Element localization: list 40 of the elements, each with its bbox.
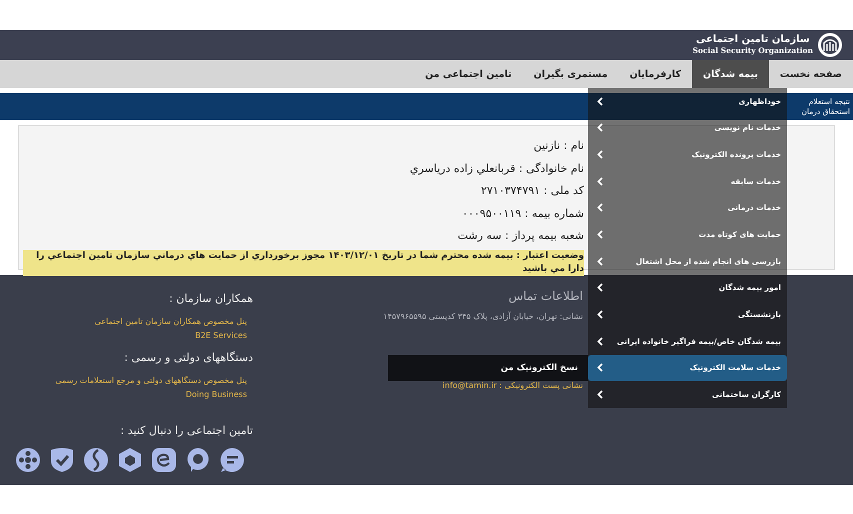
social-icon[interactable] [185,447,211,473]
chevron-icon [597,363,603,372]
detail-text: شماره بیمه : ۰۰۰۹۵۰۰۱۱۹ [462,206,584,222]
detail-text: نام : نازنين [534,138,584,154]
chevron-icon [597,230,603,240]
footer-link[interactable]: پنل مخصوص همکاران سازمان تامین اجتماعی [0,315,247,329]
social-icon[interactable] [117,447,143,473]
chevron-icon [597,336,603,346]
detail-text: شعبه بیمه پرداز : سه رشت [458,228,584,244]
follow-heading: تامین اجتماعی را دنبال کنید : [120,424,253,437]
chevron-icon [597,310,603,320]
logo-title: سازمان تامین اجتماعی [696,34,810,46]
footer-link[interactable]: Doing Business [0,388,247,402]
submenu-item[interactable]: نسخ الکترونیک من [500,362,578,373]
detail-text: نام خانوادگی : قربانعلي زاده درياسري [410,160,584,177]
status-message: وضعيت اعتبار : بيمه شده محترم شما در تاريخ ۱۴۰۳/۱۲/۰۱ مجوز برخورداري از حمايت هاي درماني سازمان تامين اجتماعي را دارا مي باشيد [23,250,584,276]
social-icon[interactable] [49,447,75,473]
chevron-icon [597,176,603,186]
chevron-icon [597,390,603,400]
social-icon[interactable] [219,447,245,473]
social-icon[interactable] [15,447,41,473]
address-text: نشانی: تهران، خیابان آزادی، پلاک ۳۴۵ کدپستی ۱۴۵۷۹۶۵۵۹۵ [383,311,583,323]
detail-text: کد ملی : ۲۷۱۰۳۷۴۷۹۱ [480,183,584,199]
chevron-icon [597,283,603,292]
section-heading: همکاران سازمان : [168,292,253,305]
footer-link[interactable]: B2E Services [0,329,247,343]
nav-tab[interactable]: مستمری بگیران [522,60,619,88]
chevron-icon [597,256,603,266]
chevron-icon [597,96,603,106]
social-icon[interactable] [151,447,177,473]
nav-tab[interactable]: کارفرمایان [618,60,692,88]
social-icon[interactable] [83,447,109,473]
nav-tab[interactable]: صفحه نخست [768,60,853,88]
nav-tab[interactable]: تامین اجتماعی من [414,60,523,88]
footer-link[interactable]: پنل مخصوص دستگاههای دولتی و مرجع استعلامات رسمی [0,374,247,388]
section-heading: دستگاههای دولتی و رسمی : [123,351,253,364]
chevron-icon [597,203,603,212]
contact-title: اطلاعات تماس [508,289,583,303]
chevron-icon [597,150,603,160]
nav-tab[interactable]: بیمه شدگان [692,60,769,88]
